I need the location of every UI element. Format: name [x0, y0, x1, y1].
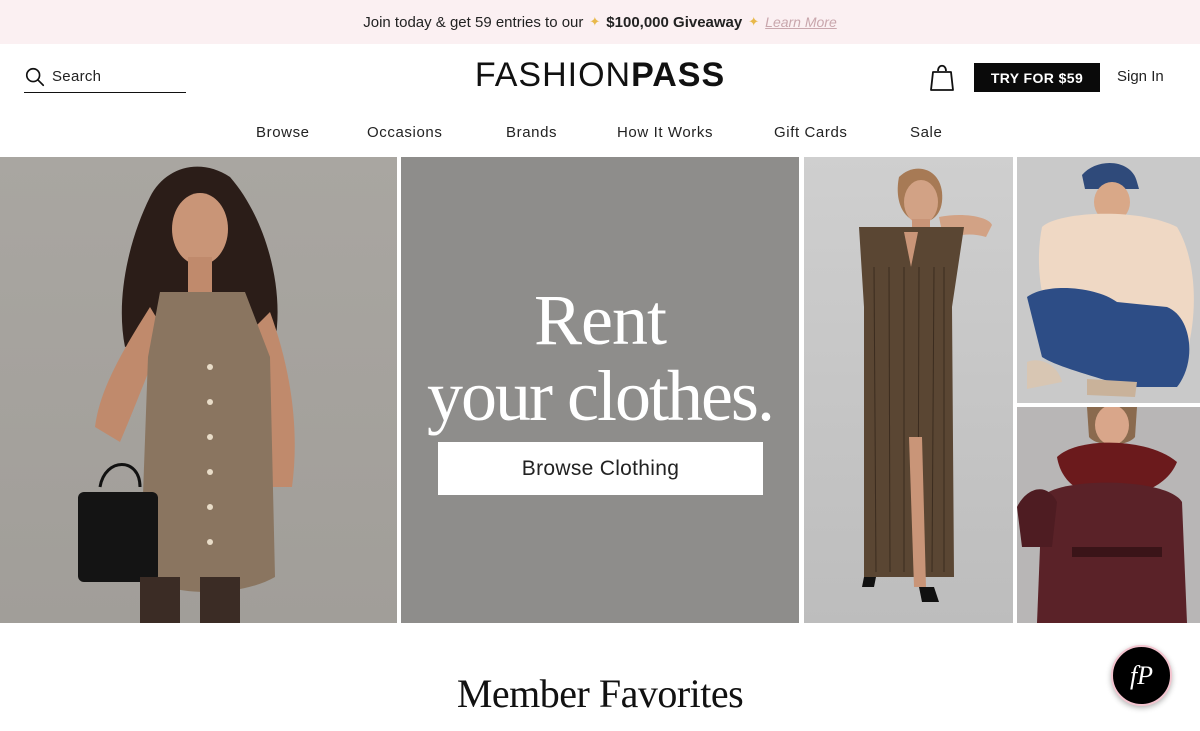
nav-sale[interactable]: Sale: [910, 124, 942, 141]
learn-more-link[interactable]: Learn More: [765, 14, 837, 30]
main-nav: Browse Occasions Brands How It Works Gif…: [0, 110, 1200, 156]
shopping-bag-icon[interactable]: [930, 62, 954, 92]
model-illustration: [1027, 162, 1194, 397]
hero-photo-tweed-dress[interactable]: [0, 157, 397, 623]
nav-browse[interactable]: Browse: [256, 124, 310, 141]
promo-text: Join today & get 59 entries to our: [363, 13, 584, 31]
nav-occasions[interactable]: Occasions: [367, 124, 442, 141]
sparkle-icon: ✦: [748, 14, 760, 29]
logo-light-text: FASHION: [474, 56, 632, 94]
model-illustration: [859, 168, 992, 602]
chat-logo-icon: fP: [1129, 660, 1154, 690]
nav-gift-cards[interactable]: Gift Cards: [774, 124, 848, 141]
sparkle-icon: ✦: [589, 14, 601, 29]
sign-in-link[interactable]: Sign In: [1117, 68, 1164, 85]
promo-banner: Join today & get 59 entries to our ✦ $10…: [0, 0, 1200, 44]
try-for-button[interactable]: TRY FOR $59: [974, 63, 1100, 92]
logo-bold-text: PASS: [631, 56, 726, 94]
hero-photo-fur-jacket[interactable]: [1017, 157, 1200, 403]
model-illustration: [78, 166, 295, 623]
hero-section: Rent your clothes. Browse Clothing: [0, 157, 1200, 623]
chat-launcher-button[interactable]: fP: [1111, 645, 1172, 706]
nav-how-it-works[interactable]: How It Works: [617, 124, 713, 141]
model-illustration: [1017, 407, 1187, 623]
site-header: Search FASHIONPASS TRY FOR $59 Sign In: [0, 44, 1200, 110]
browse-clothing-button[interactable]: Browse Clothing: [438, 442, 763, 495]
promo-amount: $100,000 Giveaway: [606, 13, 743, 31]
hero-title-line1: Rent: [534, 280, 667, 360]
hero-promo-panel: Rent your clothes. Browse Clothing: [401, 157, 799, 623]
hero-title-line2: your clothes.: [427, 356, 775, 436]
hero-photo-leather-coat[interactable]: [1017, 407, 1200, 623]
member-favorites-heading: Member Favorites: [456, 671, 744, 716]
nav-brands[interactable]: Brands: [506, 124, 557, 141]
hero-photo-metallic-gown[interactable]: [804, 157, 1013, 623]
